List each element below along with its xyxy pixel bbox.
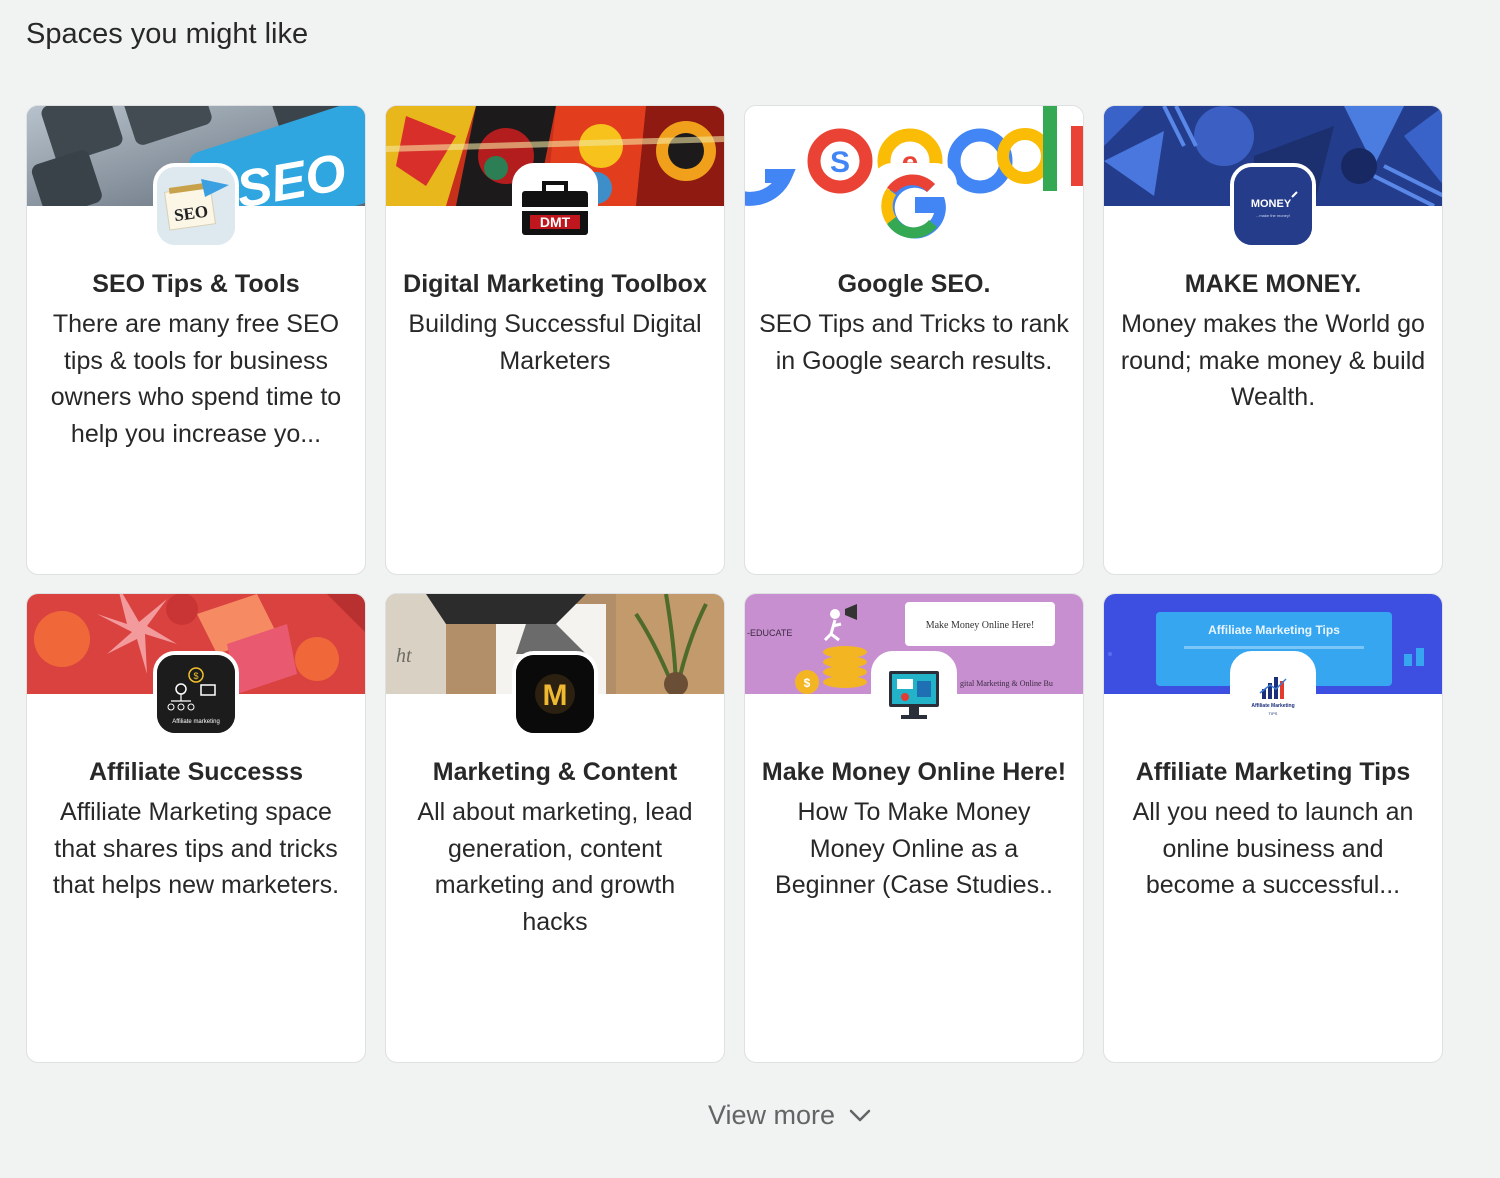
affiliate-network-icon: $ Affiliate marketing — [157, 655, 235, 733]
space-description: There are many free SEO tips & tools for… — [50, 310, 342, 448]
space-description: All you need to launch an online busines… — [1132, 798, 1414, 899]
spaces-grid: SEO SEO SEO Tips & Tools There are many … — [26, 105, 1443, 1063]
space-avatar: M — [512, 651, 598, 737]
space-avatar: DMT — [512, 163, 598, 249]
svg-text:M: M — [543, 679, 568, 712]
svg-text:Affiliate Marketing Tips: Affiliate Marketing Tips — [1208, 623, 1340, 637]
svg-text:...make the money!: ...make the money! — [1256, 213, 1290, 218]
m-letter-icon: M — [516, 655, 594, 733]
space-description: Affiliate Marketing space that shares ti… — [52, 798, 340, 899]
space-avatar — [871, 651, 957, 737]
seo-sticky-note-icon: SEO — [157, 167, 235, 245]
space-card-digital-marketing-toolbox[interactable]: DMT Digital Marketing Toolbox Building S… — [385, 105, 725, 575]
toolbox-icon: DMT — [516, 167, 594, 245]
svg-text:-EDUCATE: -EDUCATE — [747, 628, 792, 638]
space-card-affiliate-successs[interactable]: $ Affiliate marketing Affiliate Successs… — [26, 593, 366, 1063]
space-description: Building Successful Digital Marketers — [408, 310, 702, 375]
space-avatar — [871, 163, 957, 249]
money-logo-icon: MONEY ...make the money! — [1234, 167, 1312, 245]
svg-text:$: $ — [193, 671, 198, 681]
space-description: All about marketing, lead generation, co… — [417, 798, 693, 936]
space-description: SEO Tips and Tricks to rank in Google se… — [759, 310, 1069, 375]
svg-text:Affiliate marketing: Affiliate marketing — [172, 719, 220, 725]
space-description: How To Make Money Money Online as a Begi… — [775, 798, 1053, 899]
space-title[interactable]: Affiliate Marketing Tips — [1118, 754, 1428, 790]
space-title[interactable]: Google SEO. — [759, 266, 1069, 302]
space-avatar: SEO — [153, 163, 239, 249]
space-title[interactable]: Marketing & Content — [400, 754, 710, 790]
svg-text:MONEY: MONEY — [1251, 198, 1292, 210]
space-card-seo-tips-tools[interactable]: SEO SEO SEO Tips & Tools There are many … — [26, 105, 366, 575]
svg-text:TIPS: TIPS — [1269, 711, 1278, 716]
view-more-label: View more — [708, 1100, 836, 1130]
bar-chart-icon: Affiliate Marketing TIPS — [1234, 655, 1312, 733]
space-avatar: Affiliate Marketing TIPS — [1230, 651, 1316, 737]
svg-text:Affiliate Marketing: Affiliate Marketing — [1251, 703, 1294, 709]
section-title: Spaces you might like — [26, 18, 309, 50]
svg-text:gital Marketing & Online Bu: gital Marketing & Online Bu — [960, 679, 1053, 688]
monitor-chart-icon — [875, 655, 953, 733]
space-title[interactable]: Affiliate Successs — [41, 754, 351, 790]
space-card-marketing-content[interactable]: ht M Marketing & Content All about marke… — [385, 593, 725, 1063]
space-title[interactable]: Digital Marketing Toolbox — [400, 266, 710, 302]
chevron-down-icon — [849, 1109, 871, 1121]
space-title[interactable]: SEO Tips & Tools — [41, 266, 351, 302]
space-title[interactable]: Make Money Online Here! — [759, 754, 1069, 790]
svg-text:Make Money Online Here!: Make Money Online Here! — [926, 620, 1035, 631]
space-title[interactable]: MAKE MONEY. — [1118, 266, 1428, 302]
space-avatar: $ Affiliate marketing — [153, 651, 239, 737]
space-avatar: MONEY ...make the money! — [1230, 163, 1316, 249]
space-card-make-money[interactable]: MONEY ...make the money! MAKE MONEY. Mon… — [1103, 105, 1443, 575]
google-g-icon — [881, 174, 946, 239]
view-more-button[interactable]: View more — [708, 1100, 871, 1131]
svg-text:$: $ — [804, 676, 811, 690]
space-card-make-money-online-here[interactable]: -EDUCATE Make Money Online Here! $ gital… — [744, 593, 1084, 1063]
svg-text:ht: ht — [396, 645, 412, 667]
svg-text:S: S — [830, 146, 850, 179]
space-description: Money makes the World go round; make mon… — [1120, 310, 1426, 411]
space-card-affiliate-marketing-tips[interactable]: Affiliate Marketing Tips Affiliate Marke… — [1103, 593, 1443, 1063]
space-card-google-seo[interactable]: S e Google SEO. SEO Tips and Tricks to r… — [744, 105, 1084, 575]
svg-text:DMT: DMT — [540, 214, 571, 230]
